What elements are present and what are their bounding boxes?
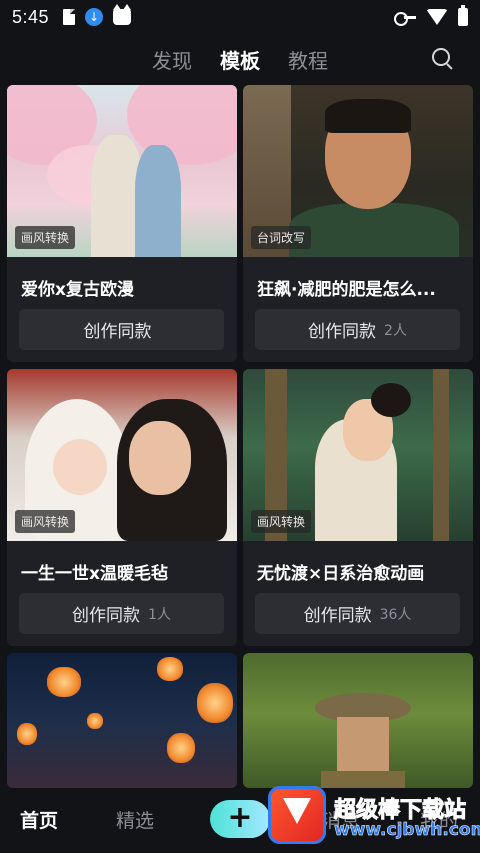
create-same-label: 创作同款 xyxy=(308,322,377,342)
style-badge: 画风转换 xyxy=(15,226,76,249)
template-card[interactable]: 画风转换 爱你x复古欧漫 创作同款 xyxy=(7,85,237,362)
template-card[interactable] xyxy=(7,653,237,788)
template-thumbnail[interactable] xyxy=(243,653,473,788)
template-card[interactable]: 画风转换 一生一世x温暖毛毡 创作同款 1人 xyxy=(7,369,237,646)
style-badge: 画风转换 xyxy=(251,510,312,533)
style-badge: 台词改写 xyxy=(251,226,312,249)
create-same-label: 创作同款 xyxy=(83,322,152,342)
create-same-button[interactable]: 创作同款 2人 xyxy=(255,309,460,350)
download-icon: ↓ xyxy=(85,8,104,26)
status-time: 5:45 xyxy=(12,6,50,27)
watermark-logo-icon xyxy=(268,786,326,844)
create-same-label: 创作同款 xyxy=(72,606,141,626)
template-thumbnail[interactable]: 画风转换 xyxy=(7,85,237,257)
cat-icon xyxy=(113,4,132,25)
tab-discover[interactable]: 发现 xyxy=(152,45,192,74)
search-button[interactable] xyxy=(432,48,454,70)
system-icons xyxy=(394,5,468,26)
tab-templates[interactable]: 模板 xyxy=(220,45,260,74)
create-plus-button[interactable]: + xyxy=(210,800,270,838)
template-title: 一生一世x温暖毛毡 xyxy=(21,564,168,584)
key-icon xyxy=(394,12,416,26)
usage-count: 36人 xyxy=(379,606,412,623)
template-card[interactable] xyxy=(243,653,473,788)
usage-count: 1人 xyxy=(148,606,171,623)
template-title: 无忧渡×日系治愈动画 xyxy=(257,564,425,584)
notification-icons: ↓ xyxy=(63,4,132,26)
template-thumbnail[interactable] xyxy=(7,653,237,788)
usage-count: 2人 xyxy=(384,322,407,339)
template-card[interactable]: 台词改写 狂飙·减肥的肥是怎么... 创作同款 2人 xyxy=(243,85,473,362)
template-card[interactable]: 画风转换 无忧渡×日系治愈动画 创作同款 36人 xyxy=(243,369,473,646)
template-thumbnail[interactable]: 画风转换 xyxy=(243,369,473,541)
top-tabs: 发现 模板 教程 xyxy=(0,38,480,80)
create-same-button[interactable]: 创作同款 xyxy=(19,309,224,350)
template-thumbnail[interactable]: 画风转换 xyxy=(7,369,237,541)
template-title: 狂飙·减肥的肥是怎么... xyxy=(257,280,436,300)
create-same-label: 创作同款 xyxy=(303,606,372,626)
template-thumbnail[interactable]: 台词改写 xyxy=(243,85,473,257)
tab-tutorials[interactable]: 教程 xyxy=(288,45,328,74)
nav-home[interactable]: 首页 xyxy=(20,806,58,833)
nav-featured[interactable]: 精选 xyxy=(116,806,154,833)
create-same-button[interactable]: 创作同款 36人 xyxy=(255,593,460,634)
plus-icon: + xyxy=(227,800,253,835)
wifi-icon xyxy=(426,9,448,25)
create-same-button[interactable]: 创作同款 1人 xyxy=(19,593,224,634)
watermark-url: www.cjbwh.com xyxy=(334,820,480,841)
style-badge: 画风转换 xyxy=(15,510,76,533)
watermark: 超级棒下载站 www.cjbwh.com xyxy=(268,786,480,846)
battery-icon xyxy=(458,5,468,26)
template-title: 爱你x复古欧漫 xyxy=(21,280,134,300)
doc-icon xyxy=(63,9,76,25)
status-bar: 5:45 ↓ xyxy=(0,0,480,34)
